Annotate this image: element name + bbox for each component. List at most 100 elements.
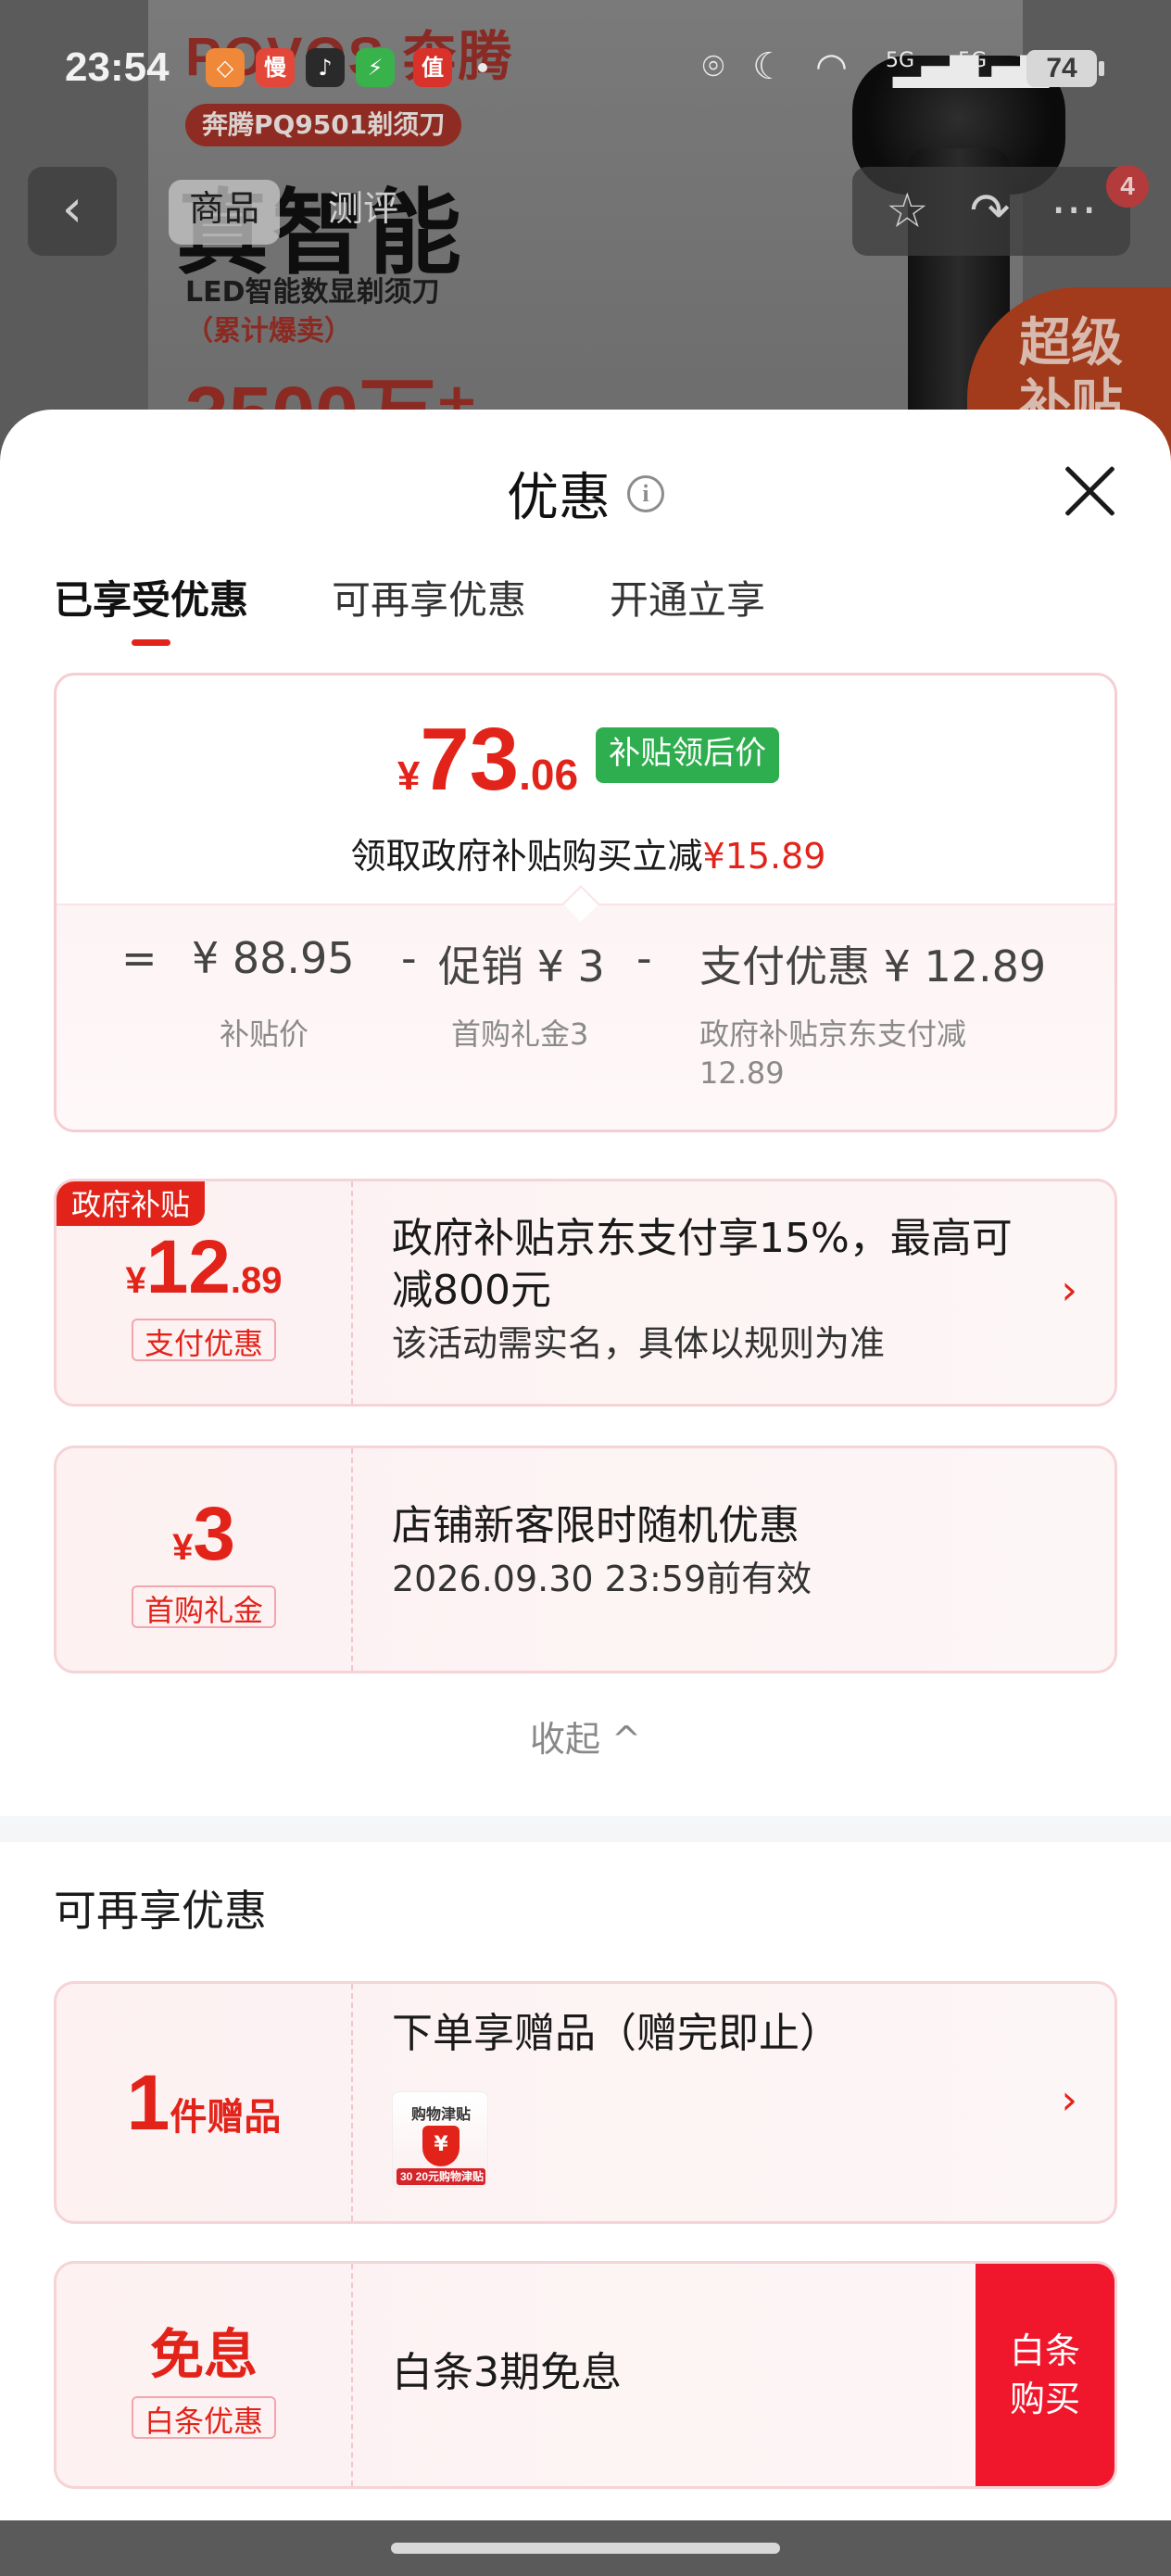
minus-sign-2: - [636,933,652,983]
coupon-divider [351,2264,353,2486]
collapse-button[interactable]: 收起 ^ [0,1711,1171,1762]
tab-more-discounts[interactable]: 可再享优惠 [332,569,526,646]
gift-count-unit: 件赠品 [170,2095,282,2139]
section-title-more-discounts: 可再享优惠 [54,1886,267,1936]
battery-icon: 74 [1026,50,1097,87]
tab-activate-discounts[interactable]: 开通立享 [610,569,765,646]
sheet-header: 优惠 i [0,456,1171,531]
coupon-first-purchase: ¥3 首购礼金 店铺新客限时随机优惠 2026.09.30 23:59前有效 [54,1446,1117,1673]
base-price-value: ¥ 88.95 [192,933,355,983]
gift-thumbnail-caption: 30 20元购物津贴 [397,2168,485,2185]
notification-dot [478,63,487,72]
gift-count-number: 1 [126,2058,170,2146]
sheet-title: 优惠 [507,468,611,528]
coupon-divider [351,1984,353,2221]
coupon-amount-integer: 3 [193,1492,235,1576]
man-app-icon: 慢 [256,48,295,87]
coupon-type-label: 支付优惠 [131,1319,276,1361]
gift-count: 1件赠品 [127,2058,282,2148]
coupon-amount: ¥12.89 [125,1224,282,1311]
currency-symbol: ¥ [172,1527,194,1568]
discount-sheet: 优惠 i 已享受优惠 可再享优惠 开通立享 ¥73.06 补贴领后价 领取政府补… [0,410,1171,2576]
coupon-details: 政府补贴京东支付享15%，最高可减800元 该活动需实名，具体以规则为准 [392,1213,1040,1367]
offer-headline-area: 免息 白条优惠 [57,2264,351,2486]
info-icon[interactable]: i [627,474,664,512]
tab-label: 已享受优惠 [54,577,249,623]
tiktok-app-icon: ♪ [306,48,345,87]
wifi-icon: ◠ [815,45,848,88]
tab-enjoyed-discounts[interactable]: 已享受优惠 [54,569,248,646]
coupon-government-subsidy[interactable]: ¥12.89 支付优惠 政府补贴 政府补贴京东支付享15%，最高可减800元 该… [54,1179,1117,1407]
coupon-divider [351,1448,353,1671]
moon-icon: ☾ [752,45,786,88]
close-button[interactable] [1052,454,1127,528]
coupon-details: 店铺新客限时随机优惠 2026.09.30 23:59前有效 [392,1500,1040,1602]
status-bar: 23:54 ◇ 慢 ♪ ⚡ 值 ⌾ ☾ ◠ 5G ▂▄▆ 5G ▂▄▆ 74 [0,0,1171,139]
battery-tip [1099,61,1104,76]
minus-sign: - [401,933,417,983]
nav-actions: ☆ ↷ ··· [852,167,1130,256]
chevron-right-icon: › [1061,2077,1077,2124]
gift-thumbnail[interactable]: 购物津贴 ¥ 30 20元购物津贴 [392,2091,488,2188]
coupon-type-label: 首购礼金 [131,1585,276,1628]
tab-product[interactable]: 商品 [169,180,281,245]
star-icon[interactable]: ☆ [886,183,929,239]
coupon-amount-decimal: .89 [230,1260,283,1301]
buy-button-label: 白条 购买 [1009,2330,1080,2419]
reduce-amount: ¥15.89 [702,836,826,877]
baitiao-buy-button[interactable]: 白条 购买 [976,2264,1114,2486]
discount-tabs: 已享受优惠 可再享优惠 开通立享 [54,569,765,646]
banner-subtitle: LED智能数显剃须刀 [185,276,440,309]
offer-interest-free: 免息 白条优惠 白条3期免息 白条 购买 [54,2261,1117,2489]
coupon-amount: ¥3 [172,1491,235,1578]
back-button[interactable]: ‹ [28,167,117,256]
subsidy-ribbon: 政府补贴 [57,1181,206,1226]
equals-sign: = [121,933,157,983]
reduce-text: 领取政府补贴购买立减 [350,836,703,877]
coupon-expiry: 2026.09.30 23:59前有效 [392,1559,812,1599]
home-indicator[interactable] [391,2543,780,2554]
offer-gift[interactable]: 1件赠品 下单享赠品（赠完即止） 购物津贴 ¥ 30 20元购物津贴 › [54,1981,1117,2224]
orange-app-icon: ◇ [206,48,245,87]
section-divider [0,1816,1171,1842]
price-tag: 补贴领后价 [596,727,780,783]
offer-details: 下单享赠品（赠完即止） 购物津贴 ¥ 30 20元购物津贴 [392,2008,1040,2212]
offer-title: 下单享赠品（赠完即止） [392,2010,840,2057]
price-decimal: .06 [519,751,579,799]
payment-discount-label: 政府补贴京东支付减12.89 [699,1017,967,1091]
reduce-line: 领取政府补贴购买立减¥15.89 [57,827,1114,878]
price-breakdown: = ¥ 88.95 补贴价 - 促销 ¥ 3 首购礼金3 - 支付优惠 ¥ 12… [57,903,1114,1130]
currency-symbol: ¥ [397,753,421,799]
promo-label: 首购礼金3 [451,1017,589,1052]
share-icon[interactable]: ↷ [970,183,1011,239]
gift-thumbnail-title: 购物津贴 [410,2105,471,2123]
message-badge: 4 [1106,165,1149,208]
status-time: 23:54 [65,44,170,90]
coupon-divider [351,1181,353,1404]
price-integer: 73 [420,710,520,809]
offer-type-label: 白条优惠 [131,2396,276,2439]
offer-details: 白条3期免息 [392,2347,1040,2399]
product-nav-tabs: 商品 测评 [169,174,419,250]
offer-headline: 免息 [149,2323,258,2386]
final-price: ¥73.06 补贴领后价 [57,709,1114,811]
coupon-title: 店铺新客限时随机优惠 [392,1502,800,1549]
promo-value: 促销 ¥ 3 [438,941,605,991]
banner-subtitle-2: （累计爆卖） [185,315,352,347]
coupon-amount-area: ¥3 首购礼金 [57,1448,351,1671]
currency-symbol: ¥ [125,1260,146,1301]
tab-active-indicator [132,639,170,646]
more-icon[interactable]: ··· [1051,183,1097,239]
offer-gift-count-area: 1件赠品 [57,1984,351,2221]
zhi-app-icon: 值 [413,48,452,87]
offer-title: 白条3期免息 [392,2349,622,2396]
location-icon: ⌾ [702,45,724,88]
coupon-title: 政府补贴京东支付享15%，最高可减800元 [392,1215,1013,1314]
price-summary-card: ¥73.06 补贴领后价 领取政府补贴购买立减¥15.89 = ¥ 88.95 … [54,673,1117,1132]
shield-app-icon: ⚡ [356,48,395,87]
chevron-right-icon: › [1061,1267,1077,1314]
base-price-label: 补贴价 [220,1017,309,1052]
coupon-amount-integer: 12 [145,1225,231,1309]
shield-icon: ¥ [422,2126,460,2166]
tab-review[interactable]: 测评 [308,180,419,245]
